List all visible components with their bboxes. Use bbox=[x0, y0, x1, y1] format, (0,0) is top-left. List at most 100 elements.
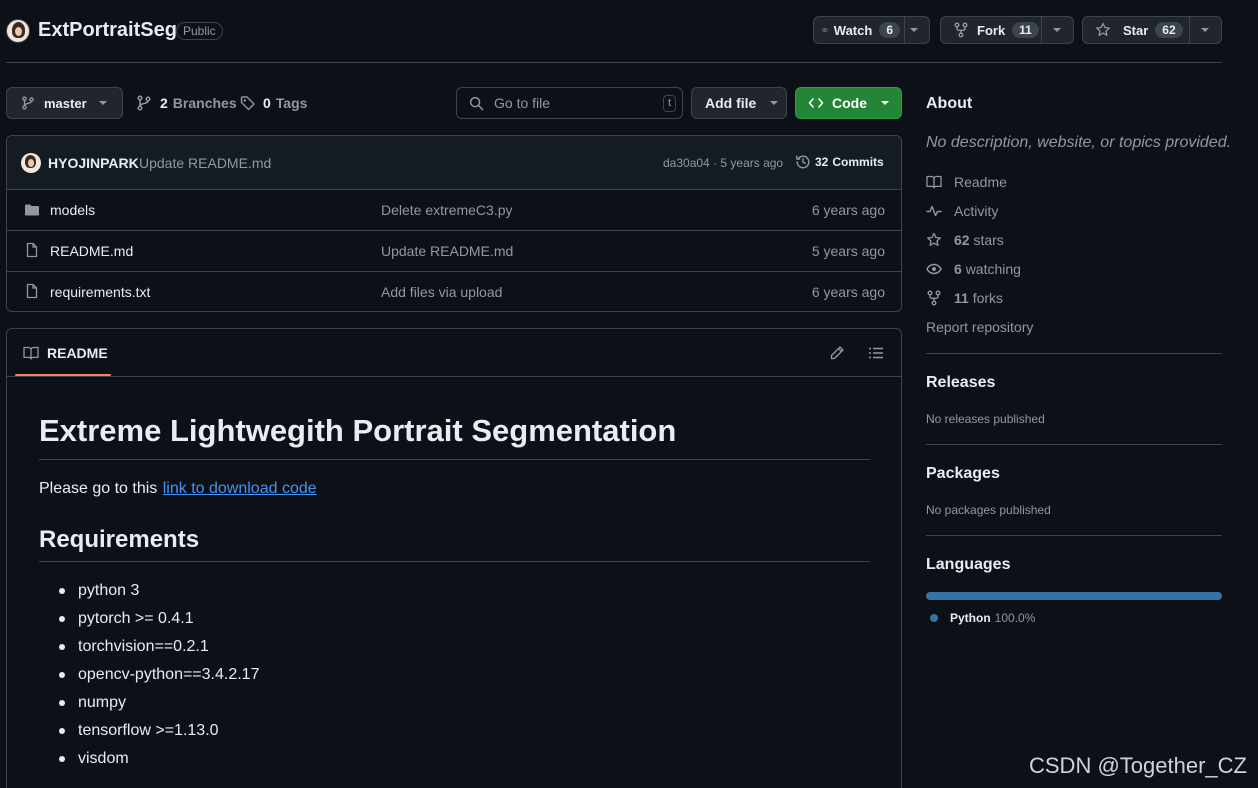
go-to-file-input[interactable]: Go to file t bbox=[456, 87, 683, 119]
file-icon bbox=[26, 283, 38, 299]
author-avatar[interactable] bbox=[21, 153, 41, 173]
eye-icon bbox=[822, 28, 828, 32]
chevron-down-icon bbox=[98, 101, 107, 105]
star-button[interactable]: Star 62 bbox=[1082, 16, 1222, 44]
readme-tab[interactable]: README bbox=[23, 345, 108, 361]
watch-count: 6 bbox=[879, 22, 900, 38]
history-icon bbox=[796, 155, 810, 169]
star-icon bbox=[927, 232, 941, 246]
add-file-label: Add file bbox=[705, 95, 757, 111]
branch-name: master bbox=[44, 95, 87, 111]
sidebar-divider bbox=[926, 535, 1222, 536]
fork-button[interactable]: Fork 11 bbox=[940, 16, 1074, 44]
folder-icon bbox=[25, 204, 39, 216]
go-to-file-placeholder: Go to file bbox=[494, 95, 551, 111]
latest-commit-bar: HYOJINPARK Update README.md da30a04 · 5 … bbox=[7, 136, 901, 189]
requirement-item: torchvision==0.2.1 bbox=[59, 638, 209, 656]
star-count: 62 bbox=[1155, 22, 1183, 38]
about-heading: About bbox=[926, 95, 973, 112]
watching-link[interactable]: 6 watching bbox=[926, 261, 1021, 277]
add-file-button[interactable]: Add file bbox=[691, 87, 787, 119]
watermark: CSDN @Together_CZ bbox=[1029, 753, 1247, 778]
language-item[interactable]: Python 100.0% bbox=[926, 611, 1035, 625]
tags-label: Tags bbox=[275, 95, 308, 111]
code-label: Code bbox=[832, 95, 867, 111]
readme-tab-label: README bbox=[47, 345, 108, 361]
star-icon bbox=[1096, 22, 1110, 36]
readme-link[interactable]: Readme bbox=[926, 174, 1007, 190]
file-commit-message[interactable]: Delete extremeC3.py bbox=[381, 202, 513, 218]
forks-link[interactable]: 11 forks bbox=[926, 290, 1003, 306]
code-button[interactable]: Code bbox=[795, 87, 902, 119]
stars-count: 62 bbox=[954, 232, 970, 248]
packages-heading[interactable]: Packages bbox=[926, 465, 1000, 483]
file-name[interactable]: README.md bbox=[50, 243, 133, 259]
file-row[interactable]: models Delete extremeC3.py 6 years ago bbox=[7, 190, 901, 230]
file-row[interactable]: requirements.txt Add files via upload 6 … bbox=[7, 272, 901, 311]
language-percent: 100.0% bbox=[994, 611, 1036, 625]
branch-select[interactable]: master bbox=[6, 87, 123, 119]
fork-icon bbox=[927, 290, 941, 306]
chevron-down-icon bbox=[881, 101, 889, 105]
watching-label: watching bbox=[965, 261, 1021, 277]
report-repository-link[interactable]: Report repository bbox=[926, 319, 1033, 335]
file-row[interactable]: README.md Update README.md 5 years ago bbox=[7, 231, 901, 271]
file-commit-time: 5 years ago bbox=[811, 243, 885, 259]
pulse-icon bbox=[926, 205, 942, 217]
pencil-icon[interactable] bbox=[829, 345, 845, 361]
commit-hash-time[interactable]: da30a04 · 5 years ago bbox=[663, 156, 783, 170]
about-description: No description, website, or topics provi… bbox=[926, 134, 1232, 151]
watch-label: Watch bbox=[833, 22, 873, 38]
sidebar-divider bbox=[926, 444, 1222, 445]
fork-dropdown-caret[interactable] bbox=[1053, 28, 1061, 32]
stars-label: stars bbox=[973, 232, 1004, 248]
readme-link-label: Readme bbox=[954, 174, 1007, 190]
star-dropdown-caret[interactable] bbox=[1201, 28, 1209, 32]
releases-text: No releases published bbox=[926, 412, 1045, 426]
language-name: Python bbox=[950, 611, 991, 625]
language-dot bbox=[930, 614, 938, 622]
commits-count: 32 bbox=[815, 155, 829, 169]
requirement-item: pytorch >= 0.4.1 bbox=[59, 610, 194, 628]
code-icon bbox=[808, 98, 824, 108]
repo-name[interactable]: ExtPortraitSeg bbox=[38, 19, 177, 42]
outline-list-icon[interactable] bbox=[868, 345, 884, 361]
commit-author[interactable]: HYOJINPARK bbox=[48, 155, 139, 171]
commits-link[interactable]: 32 Commits bbox=[795, 154, 884, 170]
commits-label: Commits bbox=[832, 155, 884, 169]
file-commit-time: 6 years ago bbox=[811, 202, 885, 218]
file-commit-message[interactable]: Update README.md bbox=[381, 243, 513, 259]
requirement-item: numpy bbox=[59, 694, 126, 712]
search-icon bbox=[469, 96, 484, 110]
file-commit-time: 6 years ago bbox=[811, 284, 885, 300]
branches-label: Branches bbox=[172, 95, 237, 111]
watch-dropdown-caret[interactable] bbox=[910, 28, 918, 32]
file-commit-message[interactable]: Add files via upload bbox=[381, 284, 502, 300]
star-label: Star bbox=[1123, 22, 1149, 38]
owner-avatar[interactable] bbox=[6, 19, 30, 43]
fork-count: 11 bbox=[1012, 22, 1039, 38]
file-icon bbox=[26, 242, 38, 258]
branches-link[interactable]: 2 Branches bbox=[136, 95, 237, 111]
commit-message[interactable]: Update README.md bbox=[139, 155, 271, 171]
stars-link[interactable]: 62 stars bbox=[926, 232, 1004, 248]
tag-icon bbox=[240, 96, 255, 111]
forks-label: forks bbox=[972, 290, 1004, 306]
releases-heading[interactable]: Releases bbox=[926, 374, 995, 392]
sidebar-divider bbox=[926, 353, 1222, 354]
intro-text: Please go to this bbox=[39, 480, 158, 497]
activity-link[interactable]: Activity bbox=[926, 203, 998, 219]
requirement-item: python 3 bbox=[59, 582, 139, 600]
watch-button[interactable]: Watch 6 bbox=[813, 16, 930, 44]
file-name[interactable]: requirements.txt bbox=[50, 284, 150, 300]
tags-count: 0 bbox=[263, 95, 271, 111]
file-name[interactable]: models bbox=[50, 202, 95, 218]
readme-panel: README Extreme Lightwegith Portrait Segm… bbox=[6, 328, 902, 788]
tags-link[interactable]: 0 Tags bbox=[240, 95, 307, 111]
requirements-heading: Requirements bbox=[39, 526, 200, 553]
requirement-item: tensorflow >=1.13.0 bbox=[59, 722, 219, 740]
download-link[interactable]: link to download code bbox=[163, 480, 317, 497]
chevron-down-icon bbox=[770, 101, 779, 105]
visibility-badge: Public bbox=[176, 22, 223, 40]
watching-count: 6 bbox=[954, 261, 962, 277]
